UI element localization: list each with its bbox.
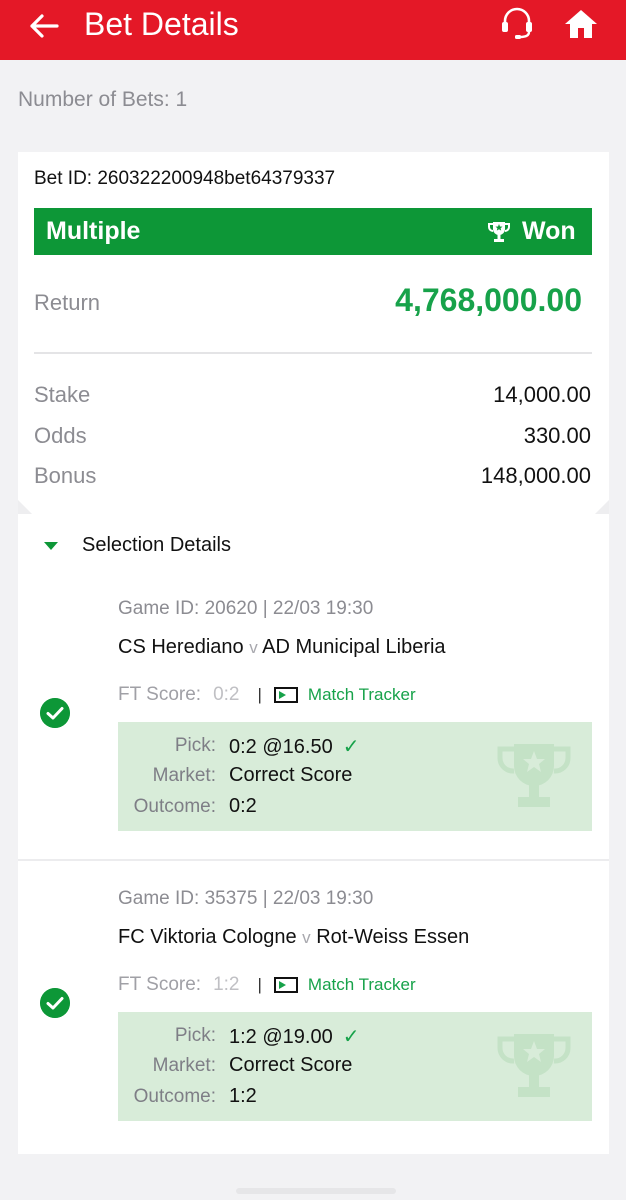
check-circle-icon (40, 698, 70, 728)
headset-icon (502, 7, 532, 39)
top-app-bar: Bet Details (0, 0, 626, 60)
market-label: Market: (152, 765, 216, 786)
odds-label: Odds (34, 423, 87, 448)
pick-value-row: 1:2 @19.00 ✓ (229, 1024, 359, 1049)
stake-label: Stake (34, 382, 91, 407)
separator: | (257, 685, 262, 704)
ft-score-value: 1:2 (213, 974, 240, 995)
selection-details-toggle[interactable]: Selection Details (82, 534, 231, 557)
checkmark-icon: ✓ (342, 1026, 360, 1048)
bet-id: Bet ID: 260322200948bet64379337 (34, 168, 336, 189)
bonus-value: 148,000.00 (480, 463, 591, 488)
pick-value-row: 0:2 @16.50 ✓ (229, 734, 359, 759)
bet-status-bar: Multiple Won (34, 208, 592, 255)
odds-value: 330.00 (523, 423, 591, 448)
ft-score-label: FT Score: (118, 974, 202, 995)
page-title: Bet Details (84, 6, 239, 42)
outcome-label: Outcome: (133, 1086, 216, 1107)
support-button[interactable] (498, 6, 536, 42)
market-value: Correct Score (229, 1054, 353, 1076)
match-tracker-link[interactable]: Match Tracker (308, 685, 416, 705)
ft-score-row: FT Score: 0:2 | Match Tracker (118, 684, 416, 706)
trophy-watermark-icon (497, 1034, 571, 1097)
selection-divider (18, 859, 609, 861)
match-teams: FC Viktoria Cologne v Rot-Weiss Essen (118, 926, 469, 949)
match-tracker-icon[interactable] (273, 977, 298, 993)
outcome-value: 1:2 (229, 1085, 257, 1107)
bet-status: Won (522, 217, 576, 245)
selection-details-panel: Selection Details Game ID: 20620 | 22/03… (18, 514, 609, 1154)
match-teams: CS Herediano v AD Municipal Liberia (118, 636, 446, 659)
selection-item: Game ID: 20620 | 22/03 19:30 CS Heredian… (18, 598, 609, 888)
pick-label: Pick: (174, 1025, 216, 1046)
versus-label: v (302, 928, 311, 947)
match-tracker-link[interactable]: Match Tracker (308, 975, 416, 995)
trophy-watermark-icon (497, 744, 571, 807)
outcome-value: 0:2 (229, 795, 257, 817)
away-team: AD Municipal Liberia (262, 636, 446, 658)
checkmark-icon: ✓ (342, 736, 360, 758)
pick-box: Pick: 1:2 @19.00 ✓ Market: Correct Score … (118, 1012, 592, 1121)
selection-item: Game ID: 35375 | 22/03 19:30 FC Viktoria… (18, 888, 609, 1178)
separator: | (257, 975, 262, 994)
game-meta: Game ID: 20620 | 22/03 19:30 (118, 598, 374, 619)
away-team: Rot-Weiss Essen (316, 926, 470, 948)
pick-label: Pick: (174, 735, 216, 756)
return-value: 4,768,000.00 (395, 282, 582, 318)
market-value: Correct Score (229, 764, 353, 786)
ft-score-label: FT Score: (118, 684, 202, 705)
home-button[interactable] (562, 6, 600, 42)
bet-card: Bet ID: 260322200948bet64379337 Multiple… (18, 152, 609, 1154)
divider (34, 352, 592, 354)
return-label: Return (34, 290, 101, 315)
ft-score-value: 0:2 (213, 684, 240, 705)
bonus-label: Bonus (34, 463, 97, 488)
check-circle-icon (40, 988, 70, 1018)
versus-label: v (249, 638, 258, 657)
outcome-label: Outcome: (133, 796, 216, 817)
arrow-left-icon (30, 14, 59, 38)
match-tracker-icon[interactable] (273, 687, 298, 703)
bet-type: Multiple (46, 217, 141, 245)
ft-score-row: FT Score: 1:2 | Match Tracker (118, 974, 416, 996)
home-team: FC Viktoria Cologne (118, 926, 297, 948)
collapse-arrow-icon[interactable] (44, 542, 58, 550)
home-team: CS Herediano (118, 636, 244, 658)
game-meta: Game ID: 35375 | 22/03 19:30 (118, 888, 374, 909)
back-button[interactable] (26, 10, 62, 42)
number-of-bets: Number of Bets: 1 (18, 88, 188, 111)
trophy-icon (488, 222, 510, 242)
home-icon (565, 10, 597, 38)
pick-value: 0:2 @16.50 (229, 736, 333, 758)
bottom-handle (236, 1188, 396, 1194)
pick-box: Pick: 0:2 @16.50 ✓ Market: Correct Score … (118, 722, 592, 831)
market-label: Market: (152, 1055, 216, 1076)
pick-value: 1:2 @19.00 (229, 1026, 333, 1048)
stake-value: 14,000.00 (493, 382, 591, 407)
